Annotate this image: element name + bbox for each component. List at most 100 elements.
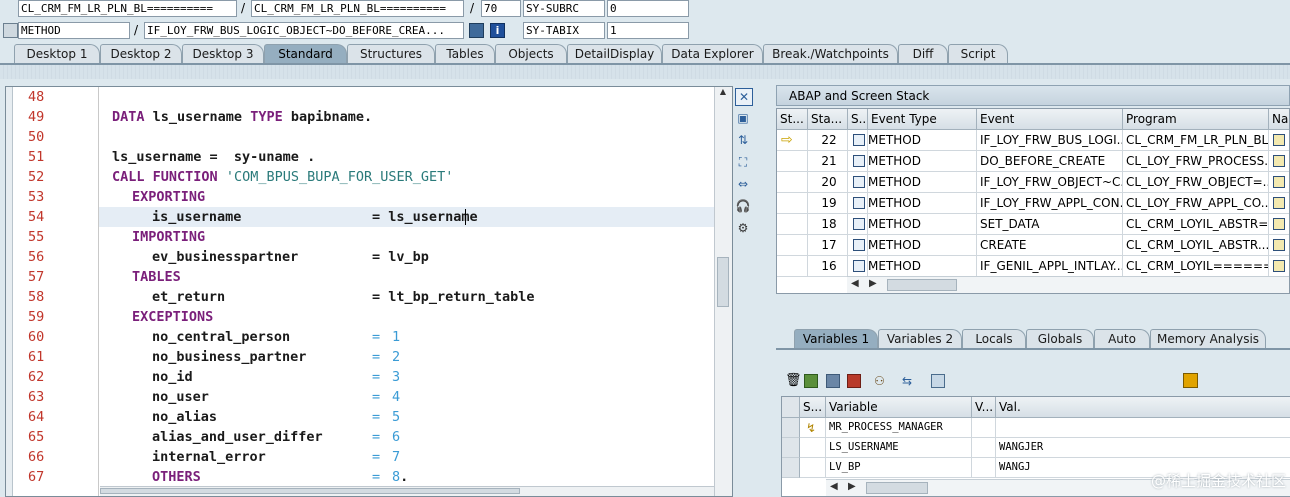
tab-structures[interactable]: Structures [347,44,435,64]
insert-icon[interactable] [804,374,818,388]
scroll-right-icon[interactable]: ▶ [869,278,877,289]
var-cell-v[interactable] [972,438,996,458]
row-selector[interactable] [782,418,800,438]
stack-cell-level[interactable]: 17 [808,235,848,256]
var-cell-value[interactable] [996,418,1290,438]
headset-icon[interactable]: 🎧 [735,198,751,214]
stack-cell-level[interactable]: 21 [808,151,848,172]
stack-cell-event[interactable]: CREATE [977,235,1123,256]
scroll-thumb[interactable] [717,257,729,307]
tab-globals[interactable]: Globals [1026,329,1094,349]
tab-data-explorer[interactable]: Data Explorer [662,44,763,64]
program-field-2[interactable]: CL_CRM_FM_LR_PLN_BL========== [251,0,464,17]
scroll-up-icon[interactable]: ▲ [717,87,729,96]
event-type-field[interactable]: METHOD [18,22,130,39]
tab-desktop-2[interactable]: Desktop 2 [100,44,182,64]
row-selector[interactable] [782,458,800,478]
stack-cell-program[interactable]: CL_LOY_FRW_PROCESS... [1123,151,1269,172]
stack-col-event-type[interactable]: Event Type [868,109,977,130]
navigate-icon[interactable] [1273,239,1285,251]
stack-cell-event[interactable]: SET_DATA [977,214,1123,235]
stack-cell-level[interactable]: 22 [808,130,848,151]
tab-desktop-1[interactable]: Desktop 1 [14,44,100,64]
splitter-bar[interactable] [0,65,1290,79]
event-field[interactable]: IF_LOY_FRW_BUS_LOGIC_OBJECT~DO_BEFORE_CR… [144,22,464,39]
window-icon[interactable] [931,374,945,388]
stack-cell-event-type[interactable]: METHOD [868,193,977,214]
stack-cell-event[interactable]: IF_LOY_FRW_APPL_CON... [977,193,1123,214]
scroll-thumb[interactable] [100,488,520,494]
stack-cell-level[interactable]: 16 [808,256,848,277]
stack-cell-event-type[interactable]: METHOD [868,130,977,151]
var-cell-variable[interactable]: LS_USERNAME [826,438,972,458]
stack-cell-event-type[interactable]: METHOD [868,235,977,256]
tab-objects[interactable]: Objects [495,44,567,64]
line-number-field[interactable]: 70 [481,0,521,17]
tab-locals[interactable]: Locals [962,329,1026,349]
sy-subrc-value[interactable]: 0 [607,0,689,17]
stack-col-program[interactable]: Program [1123,109,1269,130]
scroll-thumb[interactable] [887,279,957,291]
var-cell-variable[interactable]: LV_BP [826,458,972,478]
scroll-right-icon[interactable]: ▶ [848,481,856,492]
stack-cell-level[interactable]: 18 [808,214,848,235]
var-cell-v[interactable] [972,418,996,438]
table-icon[interactable] [826,374,840,388]
stack-cell-status[interactable] [777,151,808,172]
stack-cell-program[interactable]: CL_CRM_FM_LR_PLN_BL... [1123,130,1269,151]
fullscreen-icon[interactable]: ⛶ [735,154,751,170]
tab-detaildisplay[interactable]: DetailDisplay [567,44,662,64]
navigate-icon[interactable] [1273,197,1285,209]
editor-vertical-scrollbar[interactable]: ▲ [714,87,732,496]
hierarchy-icon[interactable]: ⚇ [874,373,890,389]
swap-icon[interactable]: ⇅ [735,132,751,148]
stack-cell-event[interactable]: IF_GENIL_APPL_INTLAY... [977,256,1123,277]
var-col-value[interactable]: Val. [996,397,1290,418]
stack-cell-status[interactable] [777,193,808,214]
stack-hscroll[interactable]: ◀ ▶ [847,276,1289,293]
tab-diff[interactable]: Diff [898,44,948,64]
stack-cell-event[interactable]: IF_LOY_FRW_BUS_LOGI... [977,130,1123,151]
stack-cell-event-type[interactable]: METHOD [868,172,977,193]
var-col-v[interactable]: V... [972,397,996,418]
stack-cell-level[interactable]: 19 [808,193,848,214]
stack-cell-program[interactable]: CL_CRM_LOYIL_ABSTR=... [1123,214,1269,235]
info-icon[interactable]: i [490,23,505,38]
remove-icon[interactable] [847,374,861,388]
var-cell-value[interactable]: WANGJER [996,438,1290,458]
stack-cell-status[interactable] [777,256,808,277]
tab-auto[interactable]: Auto [1094,329,1150,349]
stack-cell-level[interactable]: 20 [808,172,848,193]
close-icon[interactable]: ✕ [735,88,753,106]
navigate-icon[interactable] [1273,218,1285,230]
settings-icon[interactable]: ⚙ [735,220,751,236]
scroll-left-icon[interactable]: ◀ [851,278,859,289]
tab-variables-2[interactable]: Variables 2 [878,329,962,349]
stack-col-level[interactable]: Sta... [808,109,848,130]
stack-cell-event-type[interactable]: METHOD [868,151,977,172]
stack-col-navigate[interactable]: Na... [1269,109,1289,130]
var-cell-status[interactable] [800,438,826,458]
delete-icon[interactable]: 🗑 [785,373,802,389]
stack-cell-event[interactable]: IF_LOY_FRW_OBJECT~C... [977,172,1123,193]
navigate-icon[interactable] [1273,155,1285,167]
stack-cell-event[interactable]: DO_BEFORE_CREATE [977,151,1123,172]
source-code-icon[interactable] [469,23,484,38]
stack-col-event[interactable]: Event [977,109,1123,130]
tab-breakpoints[interactable]: Break./Watchpoints [763,44,898,64]
editor-horizontal-scrollbar[interactable] [100,486,714,496]
var-cell-status[interactable] [800,458,826,478]
tab-desktop-3[interactable]: Desktop 3 [182,44,264,64]
navigate-icon[interactable] [1273,260,1285,272]
scroll-left-icon[interactable]: ◀ [830,481,838,492]
navigate-icon[interactable] [1273,176,1285,188]
code-area[interactable]: DATA ls_username TYPE bapibname. ls_user… [99,87,714,496]
var-col-status[interactable]: S... [800,397,826,418]
stack-col-s[interactable]: S... [848,109,868,130]
var-col-variable[interactable]: Variable [826,397,972,418]
stack-cell-status[interactable] [777,235,808,256]
stack-cell-program[interactable]: CL_CRM_LOYIL_ABSTR... [1123,235,1269,256]
stack-col-status[interactable]: St... [777,109,808,130]
stack-cell-program[interactable]: CL_LOY_FRW_OBJECT=... [1123,172,1269,193]
stack-cell-program[interactable]: CL_LOY_FRW_APPL_CO... [1123,193,1269,214]
